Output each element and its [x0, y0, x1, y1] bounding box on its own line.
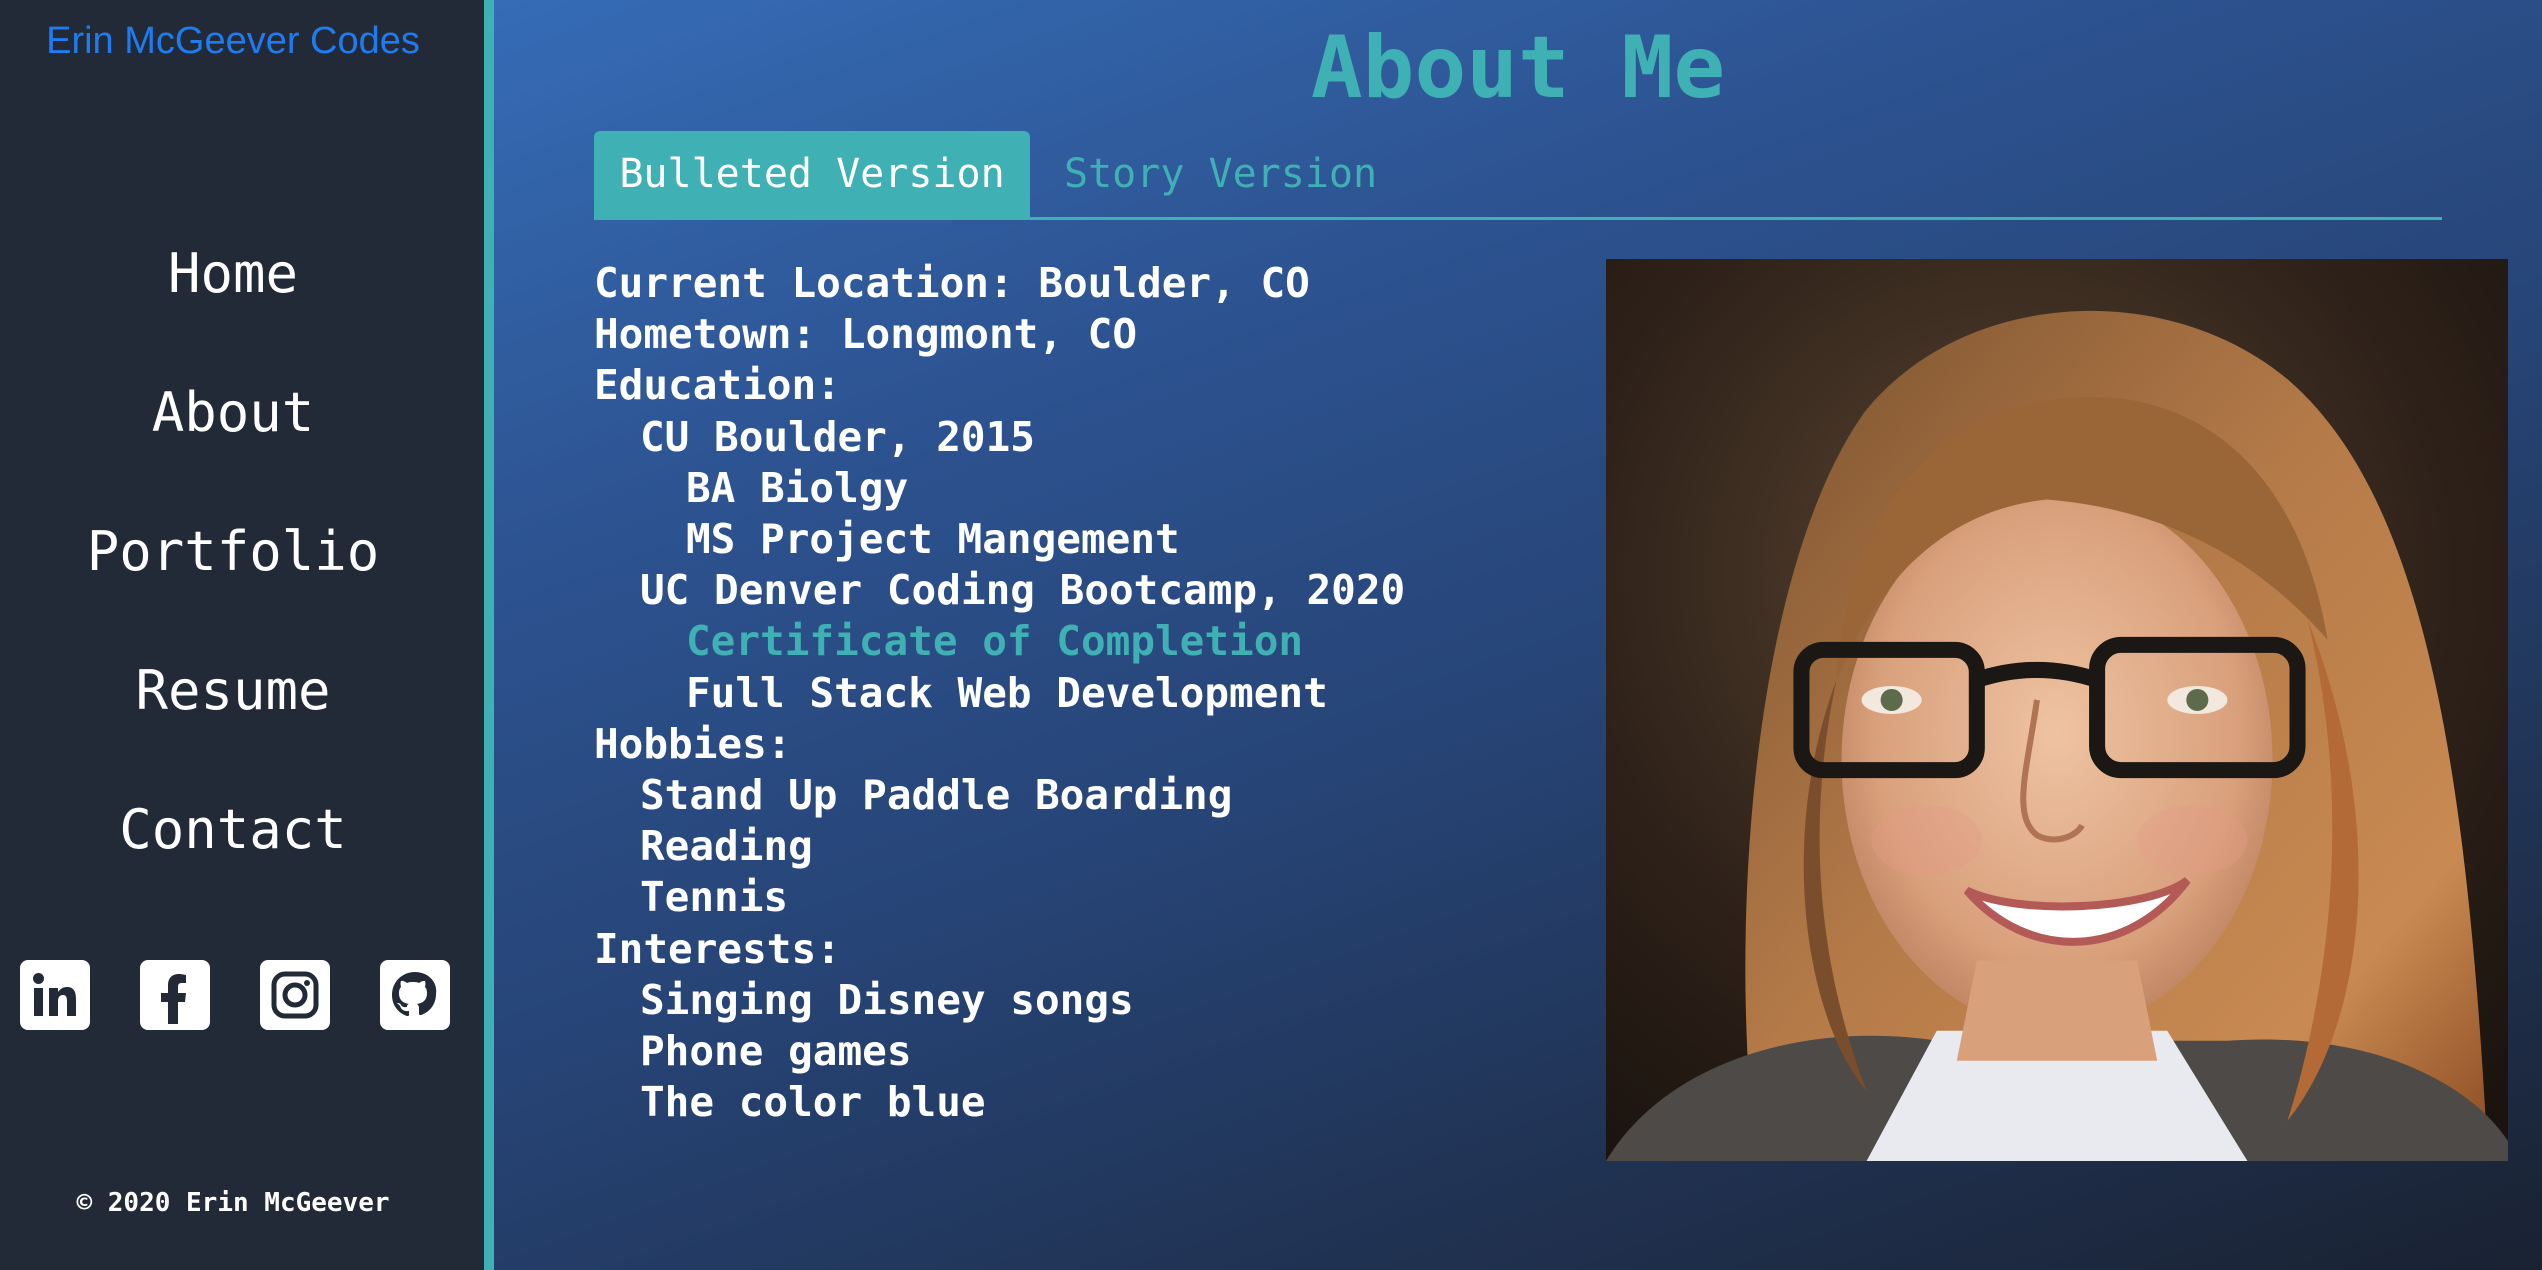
- social-links: [20, 960, 450, 1030]
- list-item: Singing Disney songs: [640, 975, 1134, 1024]
- nav-item-portfolio[interactable]: Portfolio: [0, 510, 466, 649]
- certificate-link[interactable]: Certificate of Completion: [594, 616, 1405, 667]
- sidebar-divider: [484, 0, 494, 1270]
- version-tabs: Bulleted Version Story Version: [594, 131, 2442, 220]
- nav-item-home[interactable]: Home: [0, 232, 466, 371]
- list-item: Education:: [594, 361, 841, 410]
- list-item: Interests:: [594, 924, 841, 973]
- list-item: The color blue: [640, 1078, 986, 1127]
- sidebar-nav: Home About Portfolio Resume Contact: [0, 232, 466, 927]
- list-item: Stand Up Paddle Boarding: [640, 771, 1233, 820]
- list-item: Reading: [640, 822, 813, 871]
- list-item: Phone games: [640, 1027, 912, 1076]
- page-title: About Me: [1310, 18, 1726, 118]
- tab-bulleted-version[interactable]: Bulleted Version: [594, 131, 1030, 217]
- linkedin-icon[interactable]: [20, 960, 90, 1030]
- sidebar: Erin McGeever Codes Home About Portfolio…: [0, 0, 484, 1270]
- list-item: Current Location: Boulder, CO: [594, 259, 1310, 307]
- copyright-text: © 2020 Erin McGeever: [76, 1188, 390, 1218]
- list-item: UC Denver Coding Bootcamp, 2020: [640, 566, 1406, 615]
- profile-photo: [1606, 259, 2508, 1161]
- about-details-list: Current Location: Boulder, CO Hometown: …: [594, 258, 1405, 1128]
- facebook-icon[interactable]: [140, 960, 210, 1030]
- list-item: Hobbies:: [594, 719, 792, 768]
- list-item: CU Boulder, 2015: [640, 412, 1035, 461]
- tab-story-version[interactable]: Story Version: [1064, 131, 1377, 217]
- instagram-icon[interactable]: [260, 960, 330, 1030]
- nav-item-resume[interactable]: Resume: [0, 649, 466, 788]
- github-icon[interactable]: [380, 960, 450, 1030]
- brand-link[interactable]: Erin McGeever Codes: [0, 20, 466, 63]
- list-item: Full Stack Web Development: [686, 668, 1328, 717]
- nav-item-about[interactable]: About: [0, 371, 466, 510]
- list-item: Hometown: Longmont, CO: [594, 310, 1138, 359]
- list-item: Tennis: [640, 873, 789, 922]
- nav-item-contact[interactable]: Contact: [0, 788, 466, 927]
- list-item: MS Project Mangement: [686, 515, 1180, 564]
- list-item: BA Biolgy: [686, 463, 909, 512]
- main-content: About Me Bulleted Version Story Version …: [494, 0, 2542, 1270]
